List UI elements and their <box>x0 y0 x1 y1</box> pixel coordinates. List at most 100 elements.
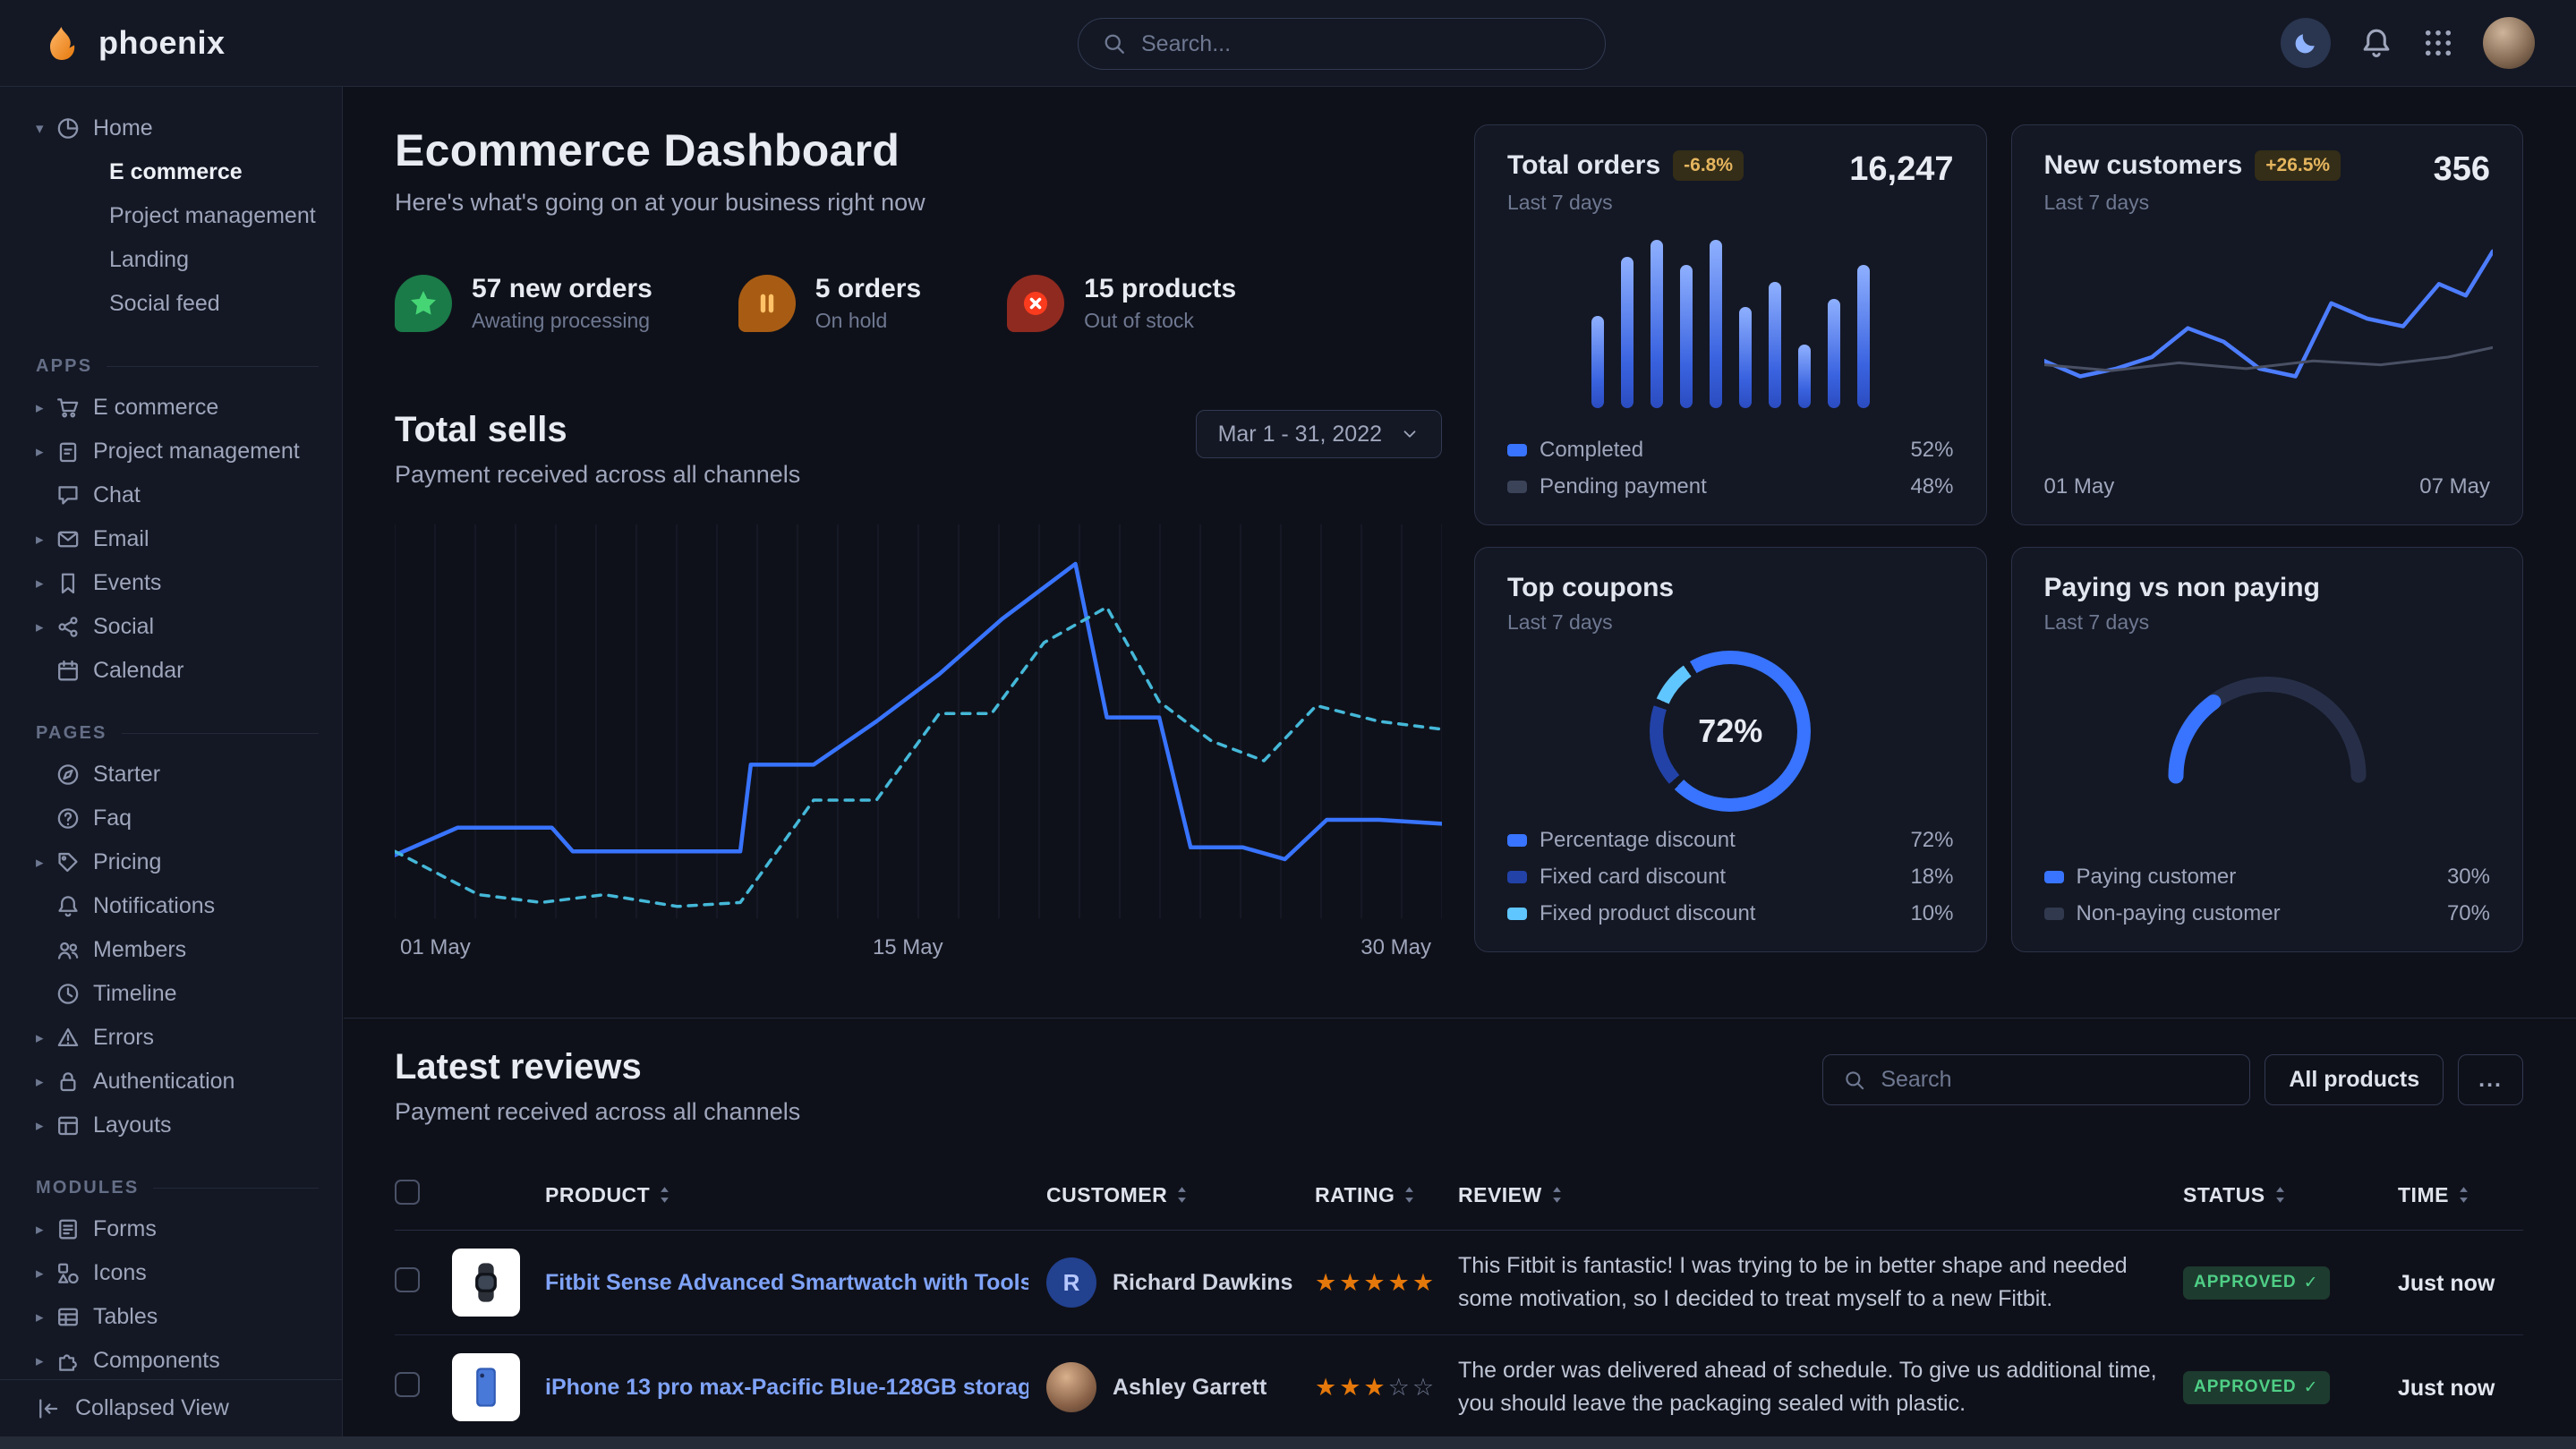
sidebar-item-chat[interactable]: Chat <box>0 473 342 517</box>
sort-icon[interactable] <box>2274 1186 2286 1204</box>
sidebar-item-label: Faq <box>93 805 132 831</box>
sidebar-item-errors[interactable]: ▸Errors <box>0 1016 342 1060</box>
sidebar-item-home[interactable]: ▾Home <box>0 107 342 150</box>
sidebar-section-label-modules: MODULES <box>36 1178 319 1198</box>
sidebar-section-label-apps: APPS <box>36 356 319 377</box>
legend-swatch <box>2044 871 2064 883</box>
product-link[interactable]: iPhone 13 pro max-Pacific Blue-128GB sto… <box>545 1375 1028 1401</box>
sidebar-item-faq[interactable]: Faq <box>0 797 342 840</box>
customer-avatar[interactable]: R <box>1046 1257 1096 1308</box>
sidebar-item-layouts[interactable]: ▸Layouts <box>0 1104 342 1147</box>
sidebar-item-label: Icons <box>93 1260 147 1286</box>
sidebar-item-pricing[interactable]: ▸ Pricing <box>0 840 342 884</box>
column-header-time[interactable]: TIME <box>2398 1163 2523 1231</box>
apps-grid-icon[interactable] <box>2422 27 2454 59</box>
legend-item-completed: Completed52% <box>1507 438 1954 463</box>
product-image[interactable] <box>452 1249 520 1317</box>
dashboard-top-section: Ecommerce Dashboard Here's what's going … <box>395 124 2523 1018</box>
table-icon <box>55 1304 81 1330</box>
customer-name[interactable]: Richard Dawkins <box>1113 1270 1292 1296</box>
stat-caption: Awating processing <box>472 309 653 333</box>
sidebar-item-members[interactable]: Members <box>0 928 342 972</box>
sidebar-item-label: Home <box>93 115 153 141</box>
sidebar-subitem-e-commerce[interactable]: E commerce <box>0 150 342 194</box>
order-bar <box>1621 257 1633 408</box>
global-search-input[interactable]: Search... <box>1078 18 1606 70</box>
caret-right-icon: ▸ <box>36 1221 55 1239</box>
sidebar-item-icons[interactable]: ▸ Icons <box>0 1251 342 1295</box>
sidebar-item-authentication[interactable]: ▸Authentication <box>0 1060 342 1104</box>
card-title: Top coupons <box>1507 573 1674 602</box>
sidebar-item-timeline[interactable]: Timeline <box>0 972 342 1016</box>
mail-icon <box>55 526 81 552</box>
sort-icon[interactable] <box>1551 1186 1563 1204</box>
stat-value: 15 products <box>1084 274 1236 304</box>
phoenix-logo-icon <box>41 21 84 64</box>
card-period: Last 7 days <box>2044 191 2341 215</box>
warning-icon <box>55 1025 81 1051</box>
caret-right-icon: ▸ <box>36 1265 55 1283</box>
date-range-select[interactable]: Mar 1 - 31, 2022 <box>1196 410 1442 458</box>
theme-toggle-button[interactable] <box>2281 18 2331 68</box>
more-options-button[interactable]: ... <box>2458 1054 2523 1105</box>
sidebar-item-components[interactable]: ▸Components <box>0 1339 342 1379</box>
legend-value: 52% <box>1910 438 1953 463</box>
select-all-checkbox[interactable] <box>395 1180 420 1205</box>
horizontal-scrollbar[interactable] <box>0 1436 2576 1449</box>
caret-right-icon: ▸ <box>36 618 55 636</box>
sort-icon[interactable] <box>2458 1186 2469 1204</box>
sidebar-item-tables[interactable]: ▸Tables <box>0 1295 342 1339</box>
sidebar-item-label: Pricing <box>93 849 161 875</box>
legend-label: Paying customer <box>2077 865 2237 890</box>
reviews-search-input[interactable]: Search <box>1822 1054 2250 1105</box>
paying-gauge-chart <box>2151 658 2384 790</box>
caret-right-icon: ▸ <box>36 854 55 872</box>
latest-reviews-section: Latest reviews Payment received across a… <box>395 1019 2523 1436</box>
sidebar-subitem-landing[interactable]: Landing <box>0 238 342 282</box>
sidebar-item-forms[interactable]: ▸Forms <box>0 1207 342 1251</box>
sidebar-item-social[interactable]: ▸Social <box>0 605 342 649</box>
column-header-status[interactable]: STATUS <box>2183 1163 2398 1231</box>
row-checkbox[interactable] <box>395 1267 420 1292</box>
product-link[interactable]: Fitbit Sense Advanced Smartwatch with To… <box>545 1270 1028 1296</box>
sidebar-item-starter[interactable]: Starter <box>0 753 342 797</box>
notifications-bell-icon[interactable] <box>2359 26 2393 60</box>
reviews-table: PRODUCTCUSTOMERRATINGREVIEWSTATUSTIME Fi… <box>395 1163 2523 1436</box>
users-icon <box>55 937 81 963</box>
sidebar-item-calendar[interactable]: Calendar <box>0 649 342 693</box>
brand-logo[interactable]: phoenix <box>41 21 226 64</box>
customer-avatar[interactable] <box>1046 1362 1096 1412</box>
new-customers-change-badge: +26.5% <box>2255 150 2341 181</box>
column-header-customer[interactable]: CUSTOMER <box>1046 1163 1315 1231</box>
product-image[interactable] <box>452 1353 520 1421</box>
collapse-view-toggle[interactable]: Collapsed View <box>0 1379 342 1436</box>
sidebar-subitem-social-feed[interactable]: Social feed <box>0 282 342 326</box>
user-avatar[interactable] <box>2483 17 2535 69</box>
column-header-review[interactable]: REVIEW <box>1458 1163 2183 1231</box>
new-customers-value: 356 <box>2434 150 2490 189</box>
review-row: Fitbit Sense Advanced Smartwatch with To… <box>395 1231 2523 1335</box>
legend-value: 18% <box>1910 865 1953 890</box>
sidebar-item-email[interactable]: ▸Email <box>0 517 342 561</box>
sidebar-item-e-commerce[interactable]: ▸E commerce <box>0 386 342 430</box>
sidebar-item-label: Errors <box>93 1025 154 1051</box>
sidebar-item-events[interactable]: ▸Events <box>0 561 342 605</box>
sort-icon[interactable] <box>1403 1186 1415 1204</box>
stat-caption: On hold <box>815 309 921 333</box>
legend-value: 30% <box>2447 865 2490 890</box>
sidebar-item-project-management[interactable]: ▸Project management <box>0 430 342 473</box>
card-period: Last 7 days <box>2044 610 2320 635</box>
sidebar-subitem-project-management[interactable]: Project management <box>0 194 342 238</box>
caret-right-icon: ▸ <box>36 1352 55 1370</box>
sidebar-item-notifications[interactable]: Notifications <box>0 884 342 928</box>
paying-vs-non-paying-card: Paying vs non paying Last 7 days Paying … <box>2011 547 2524 952</box>
donut-center-label: 72% <box>1698 712 1762 750</box>
sort-icon[interactable] <box>659 1186 670 1204</box>
sort-icon[interactable] <box>1176 1186 1188 1204</box>
column-header-product[interactable]: PRODUCT <box>545 1163 1046 1231</box>
all-products-filter-button[interactable]: All products <box>2265 1054 2444 1105</box>
order-bar <box>1651 240 1663 408</box>
row-checkbox[interactable] <box>395 1372 420 1397</box>
column-header-rating[interactable]: RATING <box>1315 1163 1458 1231</box>
customer-name[interactable]: Ashley Garrett <box>1113 1375 1267 1401</box>
